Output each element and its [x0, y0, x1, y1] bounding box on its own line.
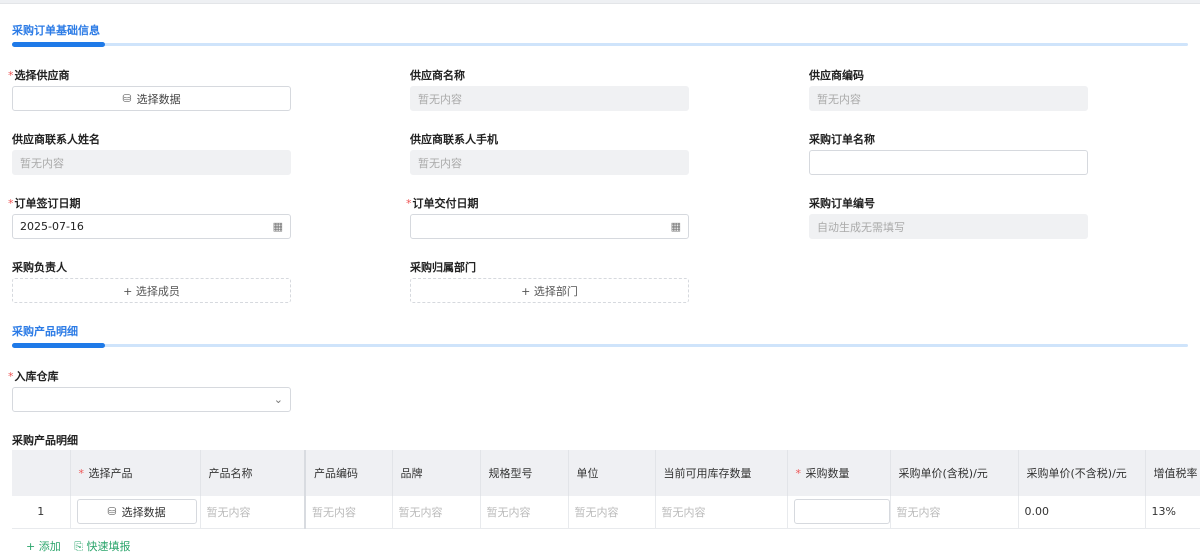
delivery-date-label: *订单交付日期	[406, 197, 479, 210]
delivery-date-picker[interactable]: ▦	[410, 214, 689, 239]
warehouse-select[interactable]: ⌄	[12, 387, 291, 412]
supplier-code-field: 暂无内容	[809, 86, 1088, 111]
order-no-label: 采购订单编号	[809, 197, 875, 210]
stock-cell: 暂无内容	[655, 496, 788, 529]
qty-input[interactable]	[793, 499, 889, 525]
top-bar	[0, 0, 1200, 4]
brand-cell: 暂无内容	[392, 496, 481, 529]
product-table-label: 采购产品明细	[12, 434, 78, 447]
col-price-tax: 采购单价(含税)/元	[890, 450, 1019, 496]
owner-label: 采购负责人	[12, 261, 67, 274]
row-index: 1	[12, 496, 71, 529]
col-qty: * 采购数量	[787, 450, 891, 496]
warehouse-label: *入库仓库	[8, 370, 59, 383]
col-vat: 增值税率	[1145, 450, 1200, 496]
contact-name-label: 供应商联系人姓名	[12, 133, 100, 146]
section-divider	[12, 343, 1188, 348]
dept-label: 采购归属部门	[410, 261, 476, 274]
product-table: * 选择产品 产品名称 产品编码 品牌 规格型号 单位 当前可用库存数量 * 采…	[12, 450, 1200, 529]
section-title-basic: 采购订单基础信息	[12, 24, 100, 37]
select-member-button[interactable]: + 选择成员	[12, 278, 291, 303]
col-product-name: 产品名称	[200, 450, 306, 496]
col-spec: 规格型号	[480, 450, 569, 496]
sign-date-label: *订单签订日期	[8, 197, 81, 210]
section-divider	[12, 42, 1188, 47]
order-no-field: 自动生成无需填写	[809, 214, 1088, 239]
date-value: 2025-07-16	[20, 220, 84, 233]
database-icon: ⛁	[107, 505, 117, 519]
vat-cell: 13%	[1145, 496, 1200, 529]
sign-date-picker[interactable]: 2025-07-16 ▦	[12, 214, 291, 239]
select-product-cell: ⛁ 选择数据	[70, 496, 201, 529]
button-label: 选择数据	[121, 505, 166, 519]
contact-name-field: 暂无内容	[12, 150, 291, 175]
col-select-product: * 选择产品	[70, 450, 201, 496]
calendar-icon: ▦	[272, 220, 283, 233]
unit-cell: 暂无内容	[568, 496, 656, 529]
col-price-notax: 采购单价(不含税)/元	[1018, 450, 1146, 496]
price-notax-cell: 0.00	[1018, 496, 1146, 529]
chevron-down-icon: ⌄	[273, 393, 283, 406]
supplier-name-label: 供应商名称	[410, 69, 465, 82]
col-stock: 当前可用库存数量	[655, 450, 788, 496]
col-brand: 品牌	[392, 450, 481, 496]
col-product-code: 产品编码	[305, 450, 393, 496]
section-title-products: 采购产品明细	[12, 325, 78, 338]
button-label: 选择数据	[136, 92, 181, 106]
table-header-row: * 选择产品 产品名称 产品编码 品牌 规格型号 单位 当前可用库存数量 * 采…	[12, 450, 1200, 496]
supplier-name-field: 暂无内容	[410, 86, 689, 111]
contact-phone-label: 供应商联系人手机	[410, 133, 498, 146]
supplier-code-label: 供应商编码	[809, 69, 864, 82]
price-tax-cell: 暂无内容	[890, 496, 1019, 529]
contact-phone-field: 暂无内容	[410, 150, 689, 175]
product-name-cell: 暂无内容	[200, 496, 306, 529]
select-supplier-button[interactable]: ⛁ 选择数据	[12, 86, 291, 111]
table-actions: + 添加 ⎘ 快速填报	[26, 538, 131, 554]
qty-cell	[787, 496, 891, 529]
select-dept-button[interactable]: + 选择部门	[410, 278, 689, 303]
order-name-input[interactable]	[809, 150, 1088, 175]
select-product-button[interactable]: ⛁ 选择数据	[76, 499, 197, 525]
calendar-icon: ▦	[670, 220, 681, 233]
supplier-label: *选择供应商	[8, 69, 70, 82]
order-name-label: 采购订单名称	[809, 133, 875, 146]
col-unit: 单位	[568, 450, 656, 496]
spec-cell: 暂无内容	[480, 496, 569, 529]
table-row: 1 ⛁ 选择数据 暂无内容 暂无内容 暂无内容 暂无内容 暂无内容 暂无内容 暂无…	[12, 496, 1200, 529]
col-index	[12, 450, 71, 496]
product-code-cell: 暂无内容	[305, 496, 393, 529]
database-icon: ⛁	[122, 92, 132, 105]
